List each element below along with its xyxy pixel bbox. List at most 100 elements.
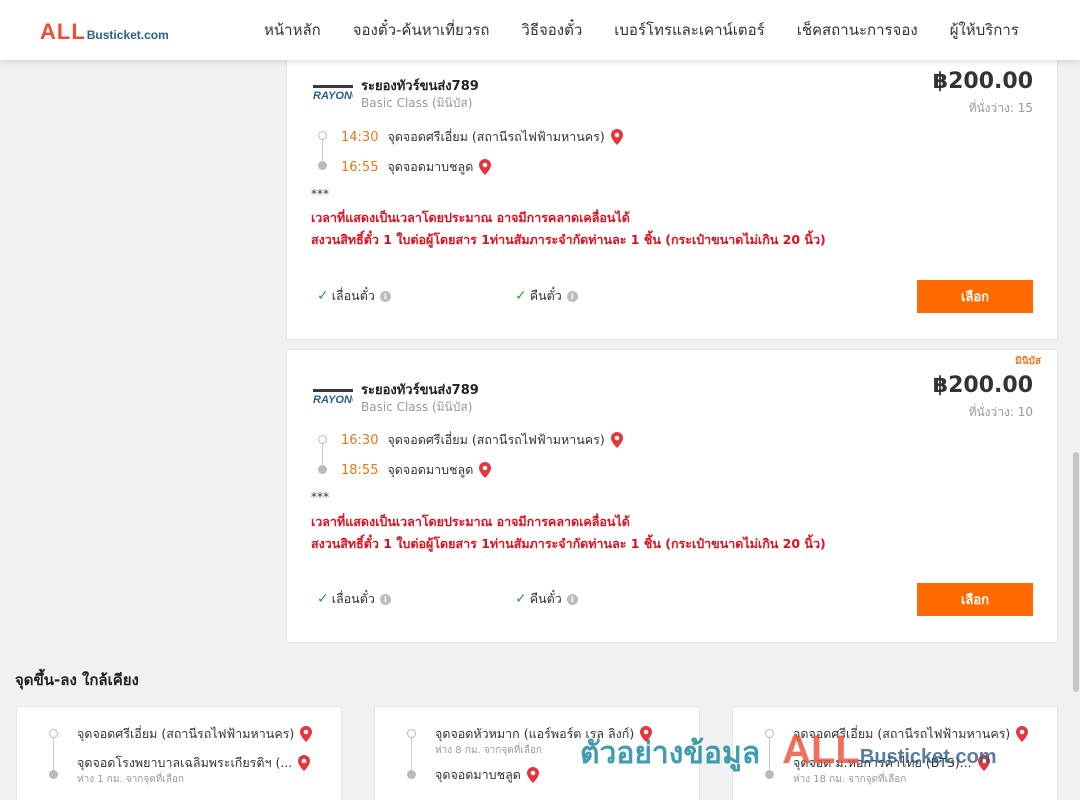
notice-stars: *** xyxy=(311,187,329,201)
nearby-to-stop: จุดจอดโรงพยาบาลเฉลิมพระเกียรติฯ (... xyxy=(77,753,311,773)
site-logo[interactable]: ALL Busticket.com xyxy=(40,19,169,45)
map-pin-icon[interactable] xyxy=(479,159,492,175)
destination-dot-icon xyxy=(318,161,327,170)
nearby-route-card[interactable]: จุดจอดศรีเอี่ยม (สถานีรถไฟฟ้ามหานคร) จุด… xyxy=(732,706,1058,800)
seats-available: ที่นั่งว่าง: 10 xyxy=(968,405,1033,419)
destination-dot-icon xyxy=(765,770,774,779)
map-pin-icon[interactable] xyxy=(300,726,313,742)
svg-text:RAYONG: RAYONG xyxy=(313,90,353,102)
site-header: ALL Busticket.com หน้าหลัก จองตั๋ว-ค้นหา… xyxy=(0,0,1080,60)
map-pin-icon[interactable] xyxy=(610,129,623,145)
departure-time: 14:30 xyxy=(341,129,379,145)
nav-book-search[interactable]: จองตั๋ว-ค้นหาเที่ยวรถ xyxy=(337,18,506,42)
nearby-route-card[interactable]: จุดจอดหัวหมาก (แอร์พอร์ต เรล ลิงก์) ห่าง… xyxy=(374,706,700,800)
check-icon: ✓ xyxy=(317,591,329,607)
nearby-from-distance: ห่าง 8 กม. จากจุดที่เลือก xyxy=(435,745,542,756)
nearby-route-card[interactable]: จุดจอดศรีเอี่ยม (สถานีรถไฟฟ้ามหานคร) จุด… xyxy=(16,706,342,800)
route-line xyxy=(411,733,412,773)
info-icon[interactable]: i xyxy=(379,290,391,302)
logo-busticket-text: Busticket.com xyxy=(86,28,169,42)
operator-logo-icon: RAYONG xyxy=(313,389,353,406)
minibus-badge: มินิบัส xyxy=(1015,356,1041,367)
nav-home[interactable]: หน้าหลัก xyxy=(248,18,337,42)
trip-card: มินิบัส RAYONG ระยองทัวร์ขนส่ง789 Basic … xyxy=(286,349,1058,643)
change-ticket-label: เลื่อนตั๋ว xyxy=(331,288,375,303)
check-icon: ✓ xyxy=(515,591,527,607)
seats-available: ที่นั่งว่าง: 15 xyxy=(968,101,1033,115)
nearby-to-distance: ห่าง 18 กม. จากจุดที่เลือก xyxy=(793,774,907,785)
change-ticket-label: เลื่อนตั๋ว xyxy=(331,591,375,606)
refund-ticket-label: คืนตั๋ว xyxy=(529,591,562,606)
map-pin-icon[interactable] xyxy=(1016,726,1029,742)
arrival-time: 16:55 xyxy=(341,159,379,175)
arrival-stop-name: จุดจอดมาบชลูด xyxy=(387,159,474,174)
refund-ticket-policy: ✓ คืนตั๋ว i xyxy=(515,589,578,609)
arrival-time: 18:55 xyxy=(341,462,379,478)
info-icon[interactable]: i xyxy=(566,593,578,605)
nearby-from-stop: จุดจอดศรีเอี่ยม (สถานีรถไฟฟ้ามหานคร) xyxy=(793,724,1029,744)
nav-check-booking[interactable]: เช็คสถานะการจอง xyxy=(781,18,934,42)
notice-time-estimate: เวลาที่แสดงเป็นเวลาโดยประมาณ อาจมีการคลา… xyxy=(311,514,630,529)
nav-operators[interactable]: ผู้ให้บริการ xyxy=(934,18,1035,42)
arrival-stop-name: จุดจอดมาบชลูด xyxy=(387,462,474,477)
bus-class: Basic Class (มินิบัส) xyxy=(361,400,473,414)
check-icon: ✓ xyxy=(317,288,329,304)
nearby-to-distance: ห่าง 1 กม. จากจุดที่เลือก xyxy=(77,774,184,785)
select-trip-button[interactable]: เลือก xyxy=(917,583,1033,616)
trip-card: RAYONG ระยองทัวร์ขนส่ง789 Basic Class (ม… xyxy=(286,50,1058,340)
ticket-price: ฿200.00 xyxy=(932,69,1033,94)
notice-baggage: สงวนสิทธิ์ตั๋ว 1 ใบต่อผู้โดยสาร 1ท่านสัม… xyxy=(311,232,826,247)
check-icon: ✓ xyxy=(515,288,527,304)
departure-stop: 16:30 จุดจอดศรีเอี่ยม (สถานีรถไฟฟ้ามหานค… xyxy=(341,430,623,450)
origin-dot-icon xyxy=(407,729,416,738)
nearby-from-name: จุดจอดศรีเอี่ยม (สถานีรถไฟฟ้ามหานคร) xyxy=(77,726,295,741)
bus-class: Basic Class (มินิบัส) xyxy=(361,96,473,110)
nearby-to-name: จุดจอด ม.หอการค้าไทย (BTS)... xyxy=(793,755,972,770)
departure-stop-name: จุดจอดศรีเอี่ยม (สถานีรถไฟฟ้ามหานคร) xyxy=(387,129,605,144)
map-pin-icon[interactable] xyxy=(610,432,623,448)
notice-baggage: สงวนสิทธิ์ตั๋ว 1 ใบต่อผู้โดยสาร 1ท่านสัม… xyxy=(311,536,826,551)
map-pin-icon[interactable] xyxy=(479,462,492,478)
change-ticket-policy: ✓ เลื่อนตั๋ว i xyxy=(317,286,391,306)
destination-dot-icon xyxy=(49,770,58,779)
departure-stop: 14:30 จุดจอดศรีเอี่ยม (สถานีรถไฟฟ้ามหานค… xyxy=(341,127,623,147)
destination-dot-icon xyxy=(318,465,327,474)
nearby-to-stop: จุดจอดมาบชลูด xyxy=(435,765,539,785)
map-pin-icon[interactable] xyxy=(977,755,990,771)
operator-name: ระยองทัวร์ขนส่ง789 xyxy=(361,383,479,398)
nearby-stops-title: จุดขึ้น-ลง ใกล้เคียง xyxy=(15,671,139,689)
main-nav: หน้าหลัก จองตั๋ว-ค้นหาเที่ยวรถ วิธีจองตั… xyxy=(248,0,1035,60)
nearby-to-name: จุดจอดมาบชลูด xyxy=(435,767,521,782)
info-icon[interactable]: i xyxy=(566,290,578,302)
svg-text:RAYONG: RAYONG xyxy=(313,394,353,406)
page-scrollbar-thumb[interactable] xyxy=(1073,452,1079,692)
map-pin-icon[interactable] xyxy=(526,767,539,783)
nearby-from-name: จุดจอดหัวหมาก (แอร์พอร์ต เรล ลิงก์) xyxy=(435,726,635,741)
select-trip-button[interactable]: เลือก xyxy=(917,280,1033,313)
notice-stars: *** xyxy=(311,490,329,504)
nearby-to-name: จุดจอดโรงพยาบาลเฉลิมพระเกียรติฯ (... xyxy=(77,755,293,770)
nav-how-to-book[interactable]: วิธีจองตั๋ว xyxy=(505,18,598,42)
departure-stop-name: จุดจอดศรีเอี่ยม (สถานีรถไฟฟ้ามหานคร) xyxy=(387,432,605,447)
notice-time-estimate: เวลาที่แสดงเป็นเวลาโดยประมาณ อาจมีการคลา… xyxy=(311,210,630,225)
arrival-stop: 18:55 จุดจอดมาบชลูด xyxy=(341,460,492,480)
destination-dot-icon xyxy=(407,770,416,779)
origin-dot-icon xyxy=(318,435,327,444)
nearby-to-stop: จุดจอด ม.หอการค้าไทย (BTS)... xyxy=(793,753,990,773)
nearby-from-stop: จุดจอดหัวหมาก (แอร์พอร์ต เรล ลิงก์) xyxy=(435,724,653,744)
nav-phone-counter[interactable]: เบอร์โทรและเคาน์เตอร์ xyxy=(598,18,780,42)
change-ticket-policy: ✓ เลื่อนตั๋ว i xyxy=(317,589,391,609)
info-icon[interactable]: i xyxy=(379,593,391,605)
route-line xyxy=(769,733,770,773)
map-pin-icon[interactable] xyxy=(640,726,653,742)
arrival-stop: 16:55 จุดจอดมาบชลูด xyxy=(341,157,492,177)
departure-time: 16:30 xyxy=(341,432,379,448)
refund-ticket-policy: ✓ คืนตั๋ว i xyxy=(515,286,578,306)
ticket-price: ฿200.00 xyxy=(932,373,1033,398)
operator-name: ระยองทัวร์ขนส่ง789 xyxy=(361,79,479,94)
route-line xyxy=(53,733,54,773)
refund-ticket-label: คืนตั๋ว xyxy=(529,288,562,303)
operator-logo-icon: RAYONG xyxy=(313,85,353,102)
map-pin-icon[interactable] xyxy=(298,755,311,771)
nearby-from-stop: จุดจอดศรีเอี่ยม (สถานีรถไฟฟ้ามหานคร) xyxy=(77,724,313,744)
